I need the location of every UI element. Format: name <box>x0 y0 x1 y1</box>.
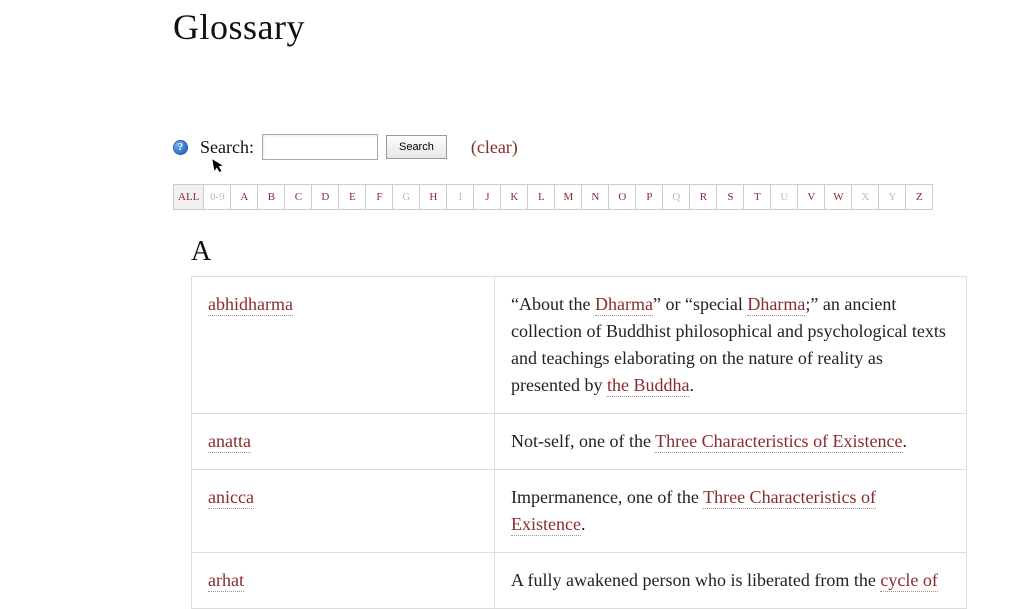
term-cell: arhat <box>192 553 495 609</box>
glossary-table: abhidharma “About the Dharma” or “special… <box>191 276 967 609</box>
az-cell-z[interactable]: Z <box>906 185 932 209</box>
az-cell-q: Q <box>663 185 690 209</box>
term-cell: anatta <box>192 414 495 470</box>
az-cell-x: X <box>852 185 879 209</box>
inline-link[interactable]: Dharma <box>595 294 653 316</box>
table-row: anicca Impermanence, one of the Three Cha… <box>192 470 967 553</box>
az-cell-r[interactable]: R <box>690 185 717 209</box>
page-title: Glossary <box>173 0 966 48</box>
alphabet-nav: ALL0-9ABCDEFGHIJKLMNOPQRSTUVWXYZ <box>173 184 933 210</box>
az-cell-n[interactable]: N <box>582 185 609 209</box>
az-cell-h[interactable]: H <box>420 185 447 209</box>
definition-cell: Not-self, one of the Three Characteristi… <box>495 414 967 470</box>
az-cell-u: U <box>771 185 798 209</box>
inline-link[interactable]: Three Characteristics of Existence <box>655 431 902 453</box>
az-cell-e[interactable]: E <box>339 185 366 209</box>
az-cell-k[interactable]: K <box>501 185 528 209</box>
term-cell: anicca <box>192 470 495 553</box>
table-row: anatta Not-self, one of the Three Charact… <box>192 414 967 470</box>
definition-text: . <box>581 514 586 534</box>
search-input[interactable] <box>262 134 378 160</box>
az-cell-w[interactable]: W <box>825 185 852 209</box>
az-cell-c[interactable]: C <box>285 185 312 209</box>
clear-link[interactable]: (clear) <box>471 137 518 158</box>
definition-text: Impermanence, one of the <box>511 487 703 507</box>
table-row: arhat A fully awakened person who is libe… <box>192 553 967 609</box>
az-cell-p[interactable]: P <box>636 185 663 209</box>
az-cell-d[interactable]: D <box>312 185 339 209</box>
az-cell-t[interactable]: T <box>744 185 771 209</box>
help-icon[interactable]: ? <box>173 140 188 155</box>
term-link[interactable]: anatta <box>208 431 251 453</box>
term-link[interactable]: anicca <box>208 487 254 509</box>
az-cell-y: Y <box>879 185 906 209</box>
cursor-icon <box>212 157 227 180</box>
inline-link[interactable]: cycle of <box>880 570 937 592</box>
search-label: Search: <box>200 137 254 158</box>
definition-cell: A fully awakened person who is liberated… <box>495 553 967 609</box>
definition-text: Not-self, one of the <box>511 431 655 451</box>
search-button[interactable]: Search <box>386 135 447 159</box>
az-cell-j[interactable]: J <box>474 185 501 209</box>
definition-cell: Impermanence, one of the Three Character… <box>495 470 967 553</box>
table-row: abhidharma “About the Dharma” or “special… <box>192 277 967 414</box>
az-cell-i: I <box>447 185 474 209</box>
az-cell-a[interactable]: A <box>231 185 258 209</box>
term-link[interactable]: abhidharma <box>208 294 293 316</box>
az-cell-l[interactable]: L <box>528 185 555 209</box>
az-cell-f[interactable]: F <box>366 185 393 209</box>
term-cell: abhidharma <box>192 277 495 414</box>
section-letter: A <box>191 236 966 268</box>
definition-text: “About the <box>511 294 595 314</box>
definition-text: A fully awakened person who is liberated… <box>511 570 880 590</box>
inline-link[interactable]: Dharma <box>747 294 805 316</box>
az-cell-g: G <box>393 185 420 209</box>
inline-link[interactable]: the Buddha <box>607 375 690 397</box>
az-cell-o[interactable]: O <box>609 185 636 209</box>
definition-text: ” or “special <box>653 294 747 314</box>
az-cell-all[interactable]: ALL <box>174 185 204 209</box>
search-row: ? Search: Search (clear) <box>173 134 966 160</box>
az-cell-s[interactable]: S <box>717 185 744 209</box>
az-cell-m[interactable]: M <box>555 185 582 209</box>
az-cell-0-9: 0-9 <box>204 185 231 209</box>
definition-cell: “About the Dharma” or “special Dharma;” … <box>495 277 967 414</box>
term-link[interactable]: arhat <box>208 570 244 592</box>
definition-text: . <box>903 431 908 451</box>
definition-text: . <box>689 375 694 395</box>
az-cell-v[interactable]: V <box>798 185 825 209</box>
az-cell-b[interactable]: B <box>258 185 285 209</box>
